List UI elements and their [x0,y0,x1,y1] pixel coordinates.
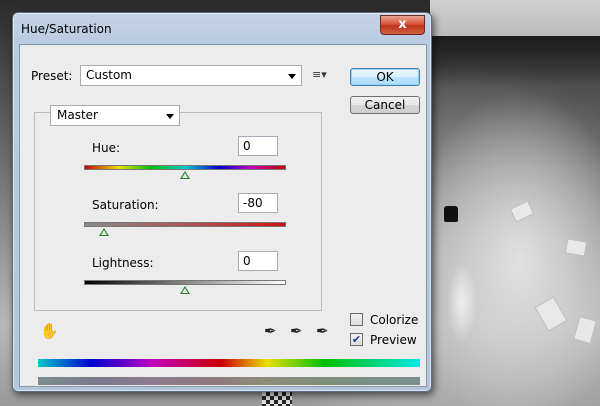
colorize-checkbox[interactable] [350,313,363,326]
saturation-label: Saturation: [92,198,159,212]
input-color-spectrum [38,359,420,367]
close-button[interactable]: x [380,15,425,35]
background-panel [430,0,600,36]
background-shadow [430,36,600,86]
cancel-button[interactable]: Cancel [350,96,420,114]
eyedropper-minus-icon[interactable]: ✒ [316,322,329,340]
hue-slider-track[interactable] [84,165,286,170]
lightness-input[interactable]: 0 [238,251,278,271]
background-card [564,238,588,257]
chevron-down-icon [166,114,174,119]
lightness-slider-track[interactable] [84,280,286,285]
colorize-label: Colorize [370,313,419,327]
hue-saturation-dialog: Hue/Saturation x Preset: Custom ≡▾ OK Ca… [12,12,432,392]
hand-tool-icon[interactable]: ✋ [40,322,59,340]
chevron-down-icon [288,74,296,79]
dialog-body: Preset: Custom ≡▾ OK Cancel Master Hue: … [19,44,427,387]
preset-value: Custom [86,68,132,82]
hue-input[interactable]: 0 [238,136,278,156]
channel-dropdown[interactable]: Master [50,105,180,126]
background-checker [262,392,292,406]
saturation-slider-thumb[interactable] [99,228,110,236]
lightness-label: Lightness: [92,256,154,270]
hue-label: Hue: [92,141,121,155]
preset-dropdown[interactable]: Custom [80,65,302,86]
saturation-slider-track[interactable] [84,222,286,227]
eyedropper-plus-icon[interactable]: ✒ [290,322,303,340]
hue-slider-thumb[interactable] [180,171,190,179]
preview-label: Preview [370,333,417,347]
background-hat [444,206,458,222]
ok-button[interactable]: OK [350,68,420,86]
lightness-slider-thumb[interactable] [180,286,190,294]
preset-options-icon[interactable]: ≡▾ [312,69,327,81]
output-color-spectrum [38,377,420,385]
saturation-input[interactable]: -80 [238,193,278,213]
preview-checkbox[interactable]: ✔ [350,333,363,346]
title-bar[interactable]: Hue/Saturation x [13,13,431,45]
channel-value: Master [57,108,98,122]
dialog-title: Hue/Saturation [21,22,112,36]
preset-label: Preset: [31,69,73,83]
background-figure [448,265,476,340]
eyedropper-icon[interactable]: ✒ [264,322,277,340]
